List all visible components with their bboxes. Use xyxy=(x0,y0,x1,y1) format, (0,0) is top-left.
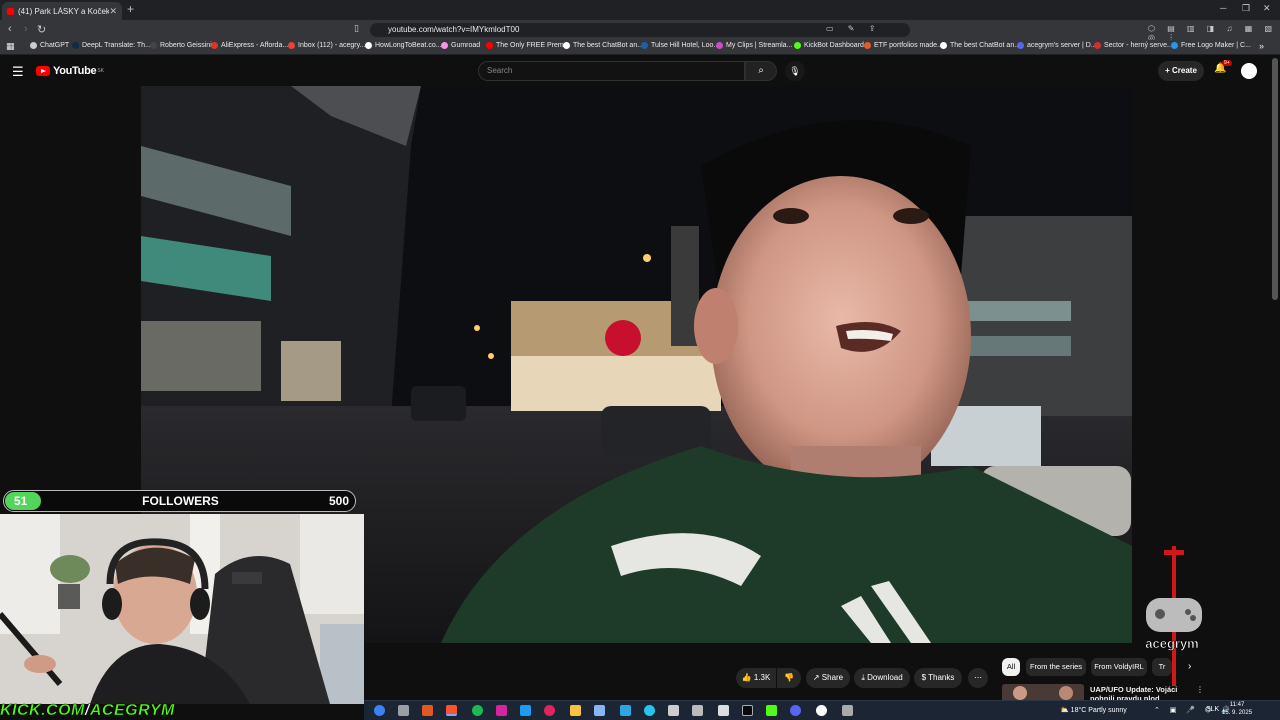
youtube-favicon-icon xyxy=(7,7,14,15)
bookmark-item[interactable]: My Clips | Streamla... xyxy=(716,42,792,49)
taskbar-app-icon[interactable] xyxy=(644,705,655,716)
taskbar-app-icon[interactable] xyxy=(692,705,703,716)
channel-logo-text: acegrym xyxy=(1145,636,1199,652)
like-button[interactable]: 👍 1.3K xyxy=(736,668,776,688)
bookmark-page-icon[interactable]: ▯ xyxy=(354,23,359,34)
taskbar-app-icon[interactable] xyxy=(594,705,605,716)
search-icon: ⌕ xyxy=(758,65,764,76)
youtube-logo[interactable]: YouTube SK xyxy=(36,65,104,77)
bookmark-item[interactable]: Tulse Hill Hotel, Loo... xyxy=(641,42,719,49)
bookmark-item[interactable]: Gumroad xyxy=(441,42,480,49)
taskbar-app-icon[interactable] xyxy=(718,705,729,716)
thanks-button[interactable]: $ Thanks xyxy=(914,668,962,688)
share-button[interactable]: ↗ Share xyxy=(806,668,850,688)
taskbar-explorer-icon[interactable] xyxy=(570,705,581,716)
webcam-scene xyxy=(0,514,364,704)
bookmark-item[interactable]: ChatGPT xyxy=(30,42,69,49)
taskbar-app-icon[interactable] xyxy=(398,705,409,716)
taskbar-app-icon[interactable] xyxy=(742,705,753,716)
taskbar-telegram-icon[interactable] xyxy=(620,705,631,716)
more-bookmarks-icon[interactable]: » xyxy=(1259,41,1264,51)
taskbar-app-icon[interactable] xyxy=(842,705,853,716)
create-button[interactable]: + Create xyxy=(1158,61,1204,81)
input-language[interactable]: SLK xyxy=(1206,706,1219,713)
page-scrollbar[interactable] xyxy=(1272,58,1278,300)
windows-taskbar: ⛅ 18°C Partly sunny ⌃ ▣ 🎤 ⌬ 🔊 SLK xyxy=(364,700,1280,720)
taskbar-instagram-icon[interactable] xyxy=(496,705,507,716)
taskbar-app-icon[interactable] xyxy=(374,705,385,716)
address-bar-row: ‹ › ↻ ▯ youtube.com/watch?v=IMYkmlodT00 … xyxy=(0,20,1280,54)
tab-title: (41) Park LÁSKY a Koček v Pří xyxy=(18,6,110,16)
bookmark-item[interactable]: acegrym's server | D... xyxy=(1017,42,1097,49)
voice-search-button[interactable]: 🎙 xyxy=(785,61,805,81)
chip-all[interactable]: All xyxy=(1002,658,1020,676)
bookmark-item[interactable]: The Only FREE Prem... xyxy=(486,42,570,49)
reload-icon[interactable]: ↻ xyxy=(37,23,46,36)
download-button[interactable]: ⤓ Download xyxy=(854,668,910,688)
bookmark-item[interactable]: DeepL Translate: Th... xyxy=(72,42,151,49)
youtube-header: ☰ YouTube SK Search ⌕ 🎙 + Create 🔔 9+ xyxy=(0,56,1280,86)
kick-channel-url: KICK.COM/ACEGRYM xyxy=(0,702,175,719)
bookmark-item[interactable]: KickBot Dashboard xyxy=(794,42,864,49)
browser-tab-active[interactable]: (41) Park LÁSKY a Koček v Pří ✕ xyxy=(2,2,122,20)
notification-count-badge: 9+ xyxy=(1222,60,1232,66)
taskbar-brave-icon[interactable] xyxy=(446,705,457,716)
chip-from-series[interactable]: From the series xyxy=(1026,658,1086,676)
taskbar-opera-icon[interactable] xyxy=(544,705,555,716)
minimize-icon[interactable]: ─ xyxy=(1220,3,1226,13)
search-input[interactable]: Search xyxy=(478,61,745,81)
bookmark-item[interactable]: Free Logo Maker | C... xyxy=(1171,42,1251,49)
bookmark-item[interactable]: The best ChatBot an... xyxy=(940,42,1020,49)
new-tab-button[interactable]: + xyxy=(127,2,134,16)
maximize-icon[interactable]: ❐ xyxy=(1242,3,1250,14)
taskbar-app-icon[interactable] xyxy=(422,705,433,716)
followers-goal-bar: 51 FOLLOWERS 500 xyxy=(3,490,356,512)
bookmark-item[interactable]: The best ChatBot an... xyxy=(563,42,643,49)
bookmark-item[interactable]: HowLongToBeat.co... xyxy=(365,42,442,49)
forward-icon[interactable]: › xyxy=(24,23,28,35)
search-button[interactable]: ⌕ xyxy=(745,61,777,81)
taskbar-app-icon[interactable] xyxy=(816,705,827,716)
browser-tab-bar: (41) Park LÁSKY a Koček v Pří ✕ + ─ ❐ ✕ xyxy=(0,0,1280,20)
apps-grid-icon[interactable]: ▦ xyxy=(6,41,15,52)
taskbar-spotify-icon[interactable] xyxy=(472,705,483,716)
taskbar-kick-icon[interactable] xyxy=(766,705,777,716)
close-window-icon[interactable]: ✕ xyxy=(1263,3,1271,14)
account-avatar[interactable] xyxy=(1241,63,1257,79)
bookmark-item[interactable]: AliExpress - Afforda... xyxy=(211,42,288,49)
bookmark-item[interactable]: Inbox (112) - acegry... xyxy=(288,42,365,49)
bookmark-item[interactable]: Roberto Geissini xyxy=(150,42,212,49)
weather-widget[interactable]: ⛅ 18°C Partly sunny xyxy=(1060,706,1127,714)
chip-truncated[interactable]: Tr xyxy=(1152,658,1172,676)
taskbar-app-icon[interactable] xyxy=(668,705,679,716)
chips-next-icon[interactable]: › xyxy=(1188,661,1191,672)
bookmarks-bar: ▦ ChatGPT DeepL Translate: Th... Roberto… xyxy=(0,40,1280,55)
followers-label: FOLLOWERS xyxy=(142,494,219,508)
followers-goal: 500 xyxy=(328,494,349,508)
recommendation-menu-icon[interactable]: ⋮ xyxy=(1196,685,1204,694)
youtube-play-icon xyxy=(36,66,50,76)
taskbar-twitter-icon[interactable] xyxy=(520,705,531,716)
url-bar-icons[interactable]: ▭ ✎ ⇪ xyxy=(826,24,881,33)
bookmark-item[interactable]: ETF portfolios made... xyxy=(864,42,943,49)
microphone-icon: 🎙 xyxy=(789,66,801,76)
thumbs-down-icon: 👎 xyxy=(784,673,794,682)
back-icon[interactable]: ‹ xyxy=(8,23,12,35)
taskbar-clock[interactable]: 11:47 15. 9. 2025 xyxy=(1222,701,1252,717)
dislike-button[interactable]: 👎 xyxy=(777,668,801,688)
more-actions-button[interactable]: ⋯ xyxy=(968,668,988,688)
bookmark-item[interactable]: Sector - herný serve... xyxy=(1094,42,1173,49)
streamer-webcam xyxy=(0,514,364,704)
hamburger-menu-icon[interactable]: ☰ xyxy=(12,64,24,80)
taskbar-discord-icon[interactable] xyxy=(790,705,801,716)
close-tab-icon[interactable]: ✕ xyxy=(109,6,117,17)
chip-from-voldyirl[interactable]: From VoldyIRL xyxy=(1091,658,1147,676)
